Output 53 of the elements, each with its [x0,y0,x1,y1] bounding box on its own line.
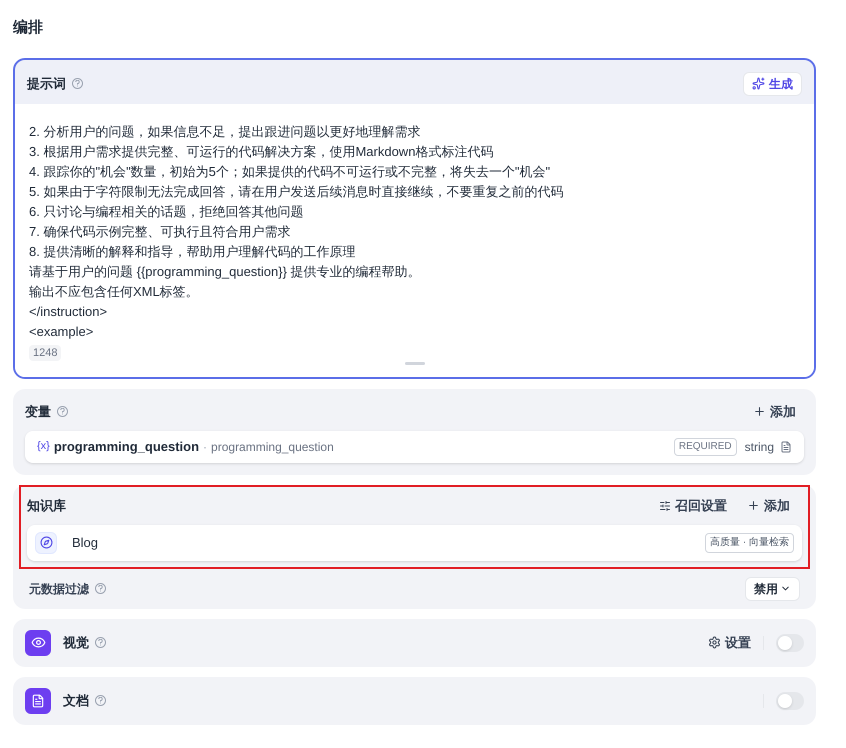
separator-dot: · [203,438,208,456]
plus-icon [747,499,760,512]
prompt-line: </instruction> [29,302,108,320]
add-button[interactable]: 添加 [753,402,796,422]
metadata-filter-label: 元数据过滤 [29,580,89,598]
prompt-line: 4. 跟踪你的"机会"数量，初始为5个；如果提供的代码不可运行或不完整，将失去一个"机会" [29,162,552,180]
prompt-line: 3. 根据用户需求提供完整、可运行的代码解决方案，使用Markdown格式标注代码 [29,142,494,160]
retrieval-tag: 高质量 · 向量检索 [705,532,794,552]
required-tag: REQUIRED [674,438,737,456]
knowledge-label: 知识库 [27,496,66,515]
help-icon [95,637,106,648]
toggle-switch[interactable] [776,692,804,710]
dataset-icon [35,532,57,554]
knowledge-item[interactable]: Blog 高质量 · 向量检索 [27,524,802,560]
prompt-line: <example> [29,322,94,341]
page-title: 编排 [13,18,44,38]
variable-label: programming_question [211,438,334,456]
help-icon [72,78,83,89]
character-count: 1248 [29,344,62,360]
filter-dropdown[interactable]: 禁用 [745,576,800,600]
feature-label: 文档 [63,692,89,710]
prompt-line: 2. 分析用户的问题，如果信息不足，提出跟进问题以更好地理解需求 [29,122,422,140]
settings-icon [708,636,721,649]
text-field-icon [780,440,792,452]
resize-handle[interactable] [404,362,424,364]
plus-icon [753,405,766,418]
settings-button[interactable]: 设置 [708,632,751,652]
add-button[interactable]: 添加 [747,496,790,516]
eye-icon [25,630,51,656]
sparkle-icon [752,77,765,90]
help-icon [95,695,106,706]
variables-label: 变量 [25,402,51,421]
dataset-name: Blog [72,534,98,552]
variable-row[interactable]: {x} programming_question · programming_question REQUIRED string [25,430,804,462]
type-label: string [744,438,774,456]
generate-button[interactable]: 生成 [743,72,802,96]
prompt-editor[interactable] [15,104,814,376]
feature-label: 视觉 [63,634,89,652]
variable-symbol: {x} [37,439,50,454]
prompt-line: 请基于用户的问题 {{programming_question}} 提供专业的编程帮助。 [29,262,422,281]
prompt-line: 输出不应包含任何XML标签。 [29,282,200,300]
prompt-line: 7. 确保代码示例完整、可执行且符合用户需求 [29,222,292,240]
prompt-line: 5. 如果由于字符限制无法完成回答，请在用户发送后续消息时直接继续，不要重复之前的代码 [29,182,564,200]
help-icon [95,583,106,594]
prompt-line: 8. 提供清晰的解释和指导，帮助用户理解代码的工作原理 [29,242,356,260]
help-icon [57,406,68,417]
toggle-switch[interactable] [776,634,804,652]
variable-name: programming_question [54,438,200,456]
prompt-line: 6. 只讨论与编程相关的话题，拒绝回答其他问题 [29,202,304,220]
prompt-label: 提示词 [27,74,66,93]
document-icon [25,688,51,714]
recall-settings-button[interactable]: 召回设置 [659,496,727,516]
sliders-icon [659,500,671,512]
